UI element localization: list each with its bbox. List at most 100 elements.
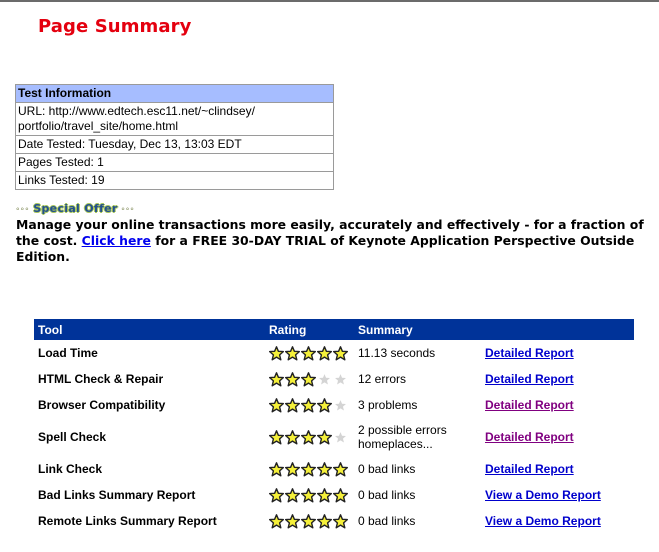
rating-cell (265, 366, 354, 392)
star-filled-icon (268, 397, 285, 413)
star-filled-icon (300, 397, 317, 413)
star-filled-icon (268, 487, 285, 503)
star-filled-icon (300, 429, 317, 445)
star-filled-icon (268, 345, 285, 361)
rating-cell (265, 418, 354, 456)
star-filled-icon (284, 397, 301, 413)
summary-cell: 0 bad links (354, 482, 481, 508)
pages-tested: Pages Tested: 1 (16, 154, 333, 172)
star-filled-icon (300, 345, 317, 361)
report-cell: Detailed Report (481, 392, 634, 418)
star-filled-icon (332, 461, 349, 477)
header-report (481, 319, 634, 340)
star-empty-icon (333, 372, 348, 387)
star-filled-icon (284, 371, 301, 387)
star-empty-icon (333, 430, 348, 445)
star-filled-icon (316, 345, 333, 361)
tool-name: Load Time (38, 346, 98, 360)
tool-name: Spell Check (38, 430, 107, 444)
rating-cell (265, 340, 354, 366)
summary-cell: 12 errors (354, 366, 481, 392)
tool-row: HTML Check & Repair 12 errors Detailed Rep… (34, 366, 634, 392)
summary-text: 0 bad links (358, 488, 416, 502)
test-information-header: Test Information (16, 85, 333, 103)
star-rating (268, 487, 349, 503)
star-rating (268, 397, 348, 413)
star-filled-icon (268, 429, 285, 445)
detailed-report-link[interactable]: Detailed Report (485, 346, 574, 360)
detailed-report-link[interactable]: Detailed Report (485, 398, 574, 412)
star-filled-icon (284, 487, 301, 503)
view-demo-report-link[interactable]: View a Demo Report (485, 514, 601, 528)
star-filled-icon (300, 487, 317, 503)
tool-name: HTML Check & Repair (38, 372, 164, 386)
star-filled-icon (332, 487, 349, 503)
tool-row: Remote Links Summary Report 0 bad links Vi… (34, 508, 634, 534)
report-cell: View a Demo Report (481, 482, 634, 508)
star-filled-icon (316, 461, 333, 477)
tool-name: Bad Links Summary Report (38, 488, 196, 502)
page-title: Page Summary (38, 16, 192, 37)
view-demo-report-link[interactable]: View a Demo Report (485, 488, 601, 502)
tool-row: Load Time 11.13 seconds Detailed Report (34, 340, 634, 366)
test-information-table: Test Information URL: http://www.edtech.… (15, 84, 334, 190)
report-cell: Detailed Report (481, 456, 634, 482)
report-cell: Detailed Report (481, 366, 634, 392)
special-offer-banner: ◦◦◦ Special Offer ◦◦◦ (16, 201, 135, 215)
summary-text: 11.13 seconds (358, 346, 436, 360)
click-here-link[interactable]: Click here (82, 233, 151, 248)
rating-cell (265, 392, 354, 418)
rating-cell (265, 456, 354, 482)
star-filled-icon (316, 429, 333, 445)
star-filled-icon (284, 429, 301, 445)
dots-right-icon: ◦◦◦ (121, 204, 135, 215)
tool-name: Remote Links Summary Report (38, 514, 217, 528)
summary-cell: 0 bad links (354, 508, 481, 534)
star-rating (268, 461, 349, 477)
header-rating: Rating (265, 319, 354, 340)
star-filled-icon (332, 345, 349, 361)
star-filled-icon (284, 513, 301, 529)
detailed-report-link[interactable]: Detailed Report (485, 462, 574, 476)
tool-row: Link Check 0 bad links Detailed Report (34, 456, 634, 482)
star-rating (268, 513, 349, 529)
star-filled-icon (316, 397, 333, 413)
star-filled-icon (268, 371, 285, 387)
star-filled-icon (300, 371, 317, 387)
tools-summary-table: Tool Rating Summary Load Time 11.13 secon… (34, 319, 634, 534)
star-filled-icon (332, 513, 349, 529)
star-rating (268, 371, 348, 387)
star-filled-icon (284, 461, 301, 477)
url-line-1: URL: http://www.edtech.esc11.net/~clinds… (18, 104, 255, 118)
summary-text: 2 possible errors (358, 423, 447, 437)
links-tested: Links Tested: 19 (18, 173, 105, 187)
url-cell: URL: http://www.edtech.esc11.net/~clinds… (16, 103, 333, 136)
tool-row: Bad Links Summary Report 0 bad links View … (34, 482, 634, 508)
summary-detail-text: homeplaces... (358, 437, 433, 451)
summary-text: 0 bad links (358, 514, 416, 528)
special-offer-text: Manage your online transactions more eas… (16, 217, 656, 265)
date-tested: Date Tested: Tuesday, Dec 13, 13:03 EDT (16, 136, 333, 154)
star-filled-icon (300, 461, 317, 477)
star-filled-icon (316, 513, 333, 529)
star-empty-icon (317, 372, 332, 387)
star-filled-icon (284, 345, 301, 361)
detailed-report-link[interactable]: Detailed Report (485, 372, 574, 386)
url-line-2: portfolio/travel_site/home.html (18, 119, 179, 133)
tool-name: Link Check (38, 462, 103, 476)
star-empty-icon (333, 398, 348, 413)
summary-cell: 3 problems (354, 392, 481, 418)
detailed-report-link[interactable]: Detailed Report (485, 430, 574, 444)
rating-cell (265, 508, 354, 534)
rating-cell (265, 482, 354, 508)
star-rating (268, 345, 349, 361)
dots-left-icon: ◦◦◦ (16, 204, 30, 215)
summary-text: 3 problems (358, 398, 418, 412)
tool-row: Spell Check 2 possible errors homeplaces..… (34, 418, 634, 456)
tool-row: Browser Compatibility 3 problems Detailed … (34, 392, 634, 418)
star-filled-icon (268, 513, 285, 529)
report-cell: View a Demo Report (481, 508, 634, 534)
star-rating (268, 429, 348, 445)
header-summary: Summary (354, 319, 481, 340)
summary-text: 12 errors (358, 372, 407, 386)
